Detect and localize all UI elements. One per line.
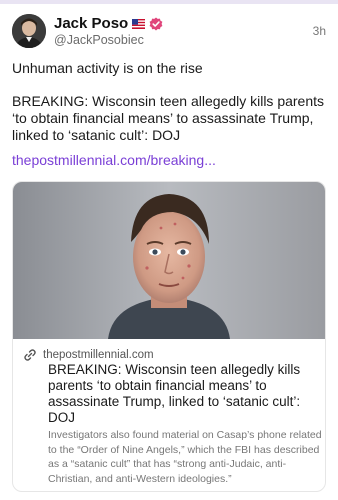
card-domain: thepostmillennial.com [43,349,154,361]
author-handle[interactable]: @JackPosobiec [54,33,144,47]
card-domain-row: thepostmillennial.com [23,348,154,362]
author-name-row: Jack Poso [54,15,163,32]
avatar[interactable] [12,14,46,48]
card-description: Investigators also found material on Cas… [48,429,322,485]
author-name[interactable]: Jack Poso [54,15,128,32]
post-header: Jack Poso @JackPosobiec 3h [12,14,328,50]
post-body: Unhuman activity is on the rise BREAKING… [12,60,328,144]
post-text-line1: Unhuman activity is on the rise [12,60,203,76]
link-preview-card[interactable]: thepostmillennial.com BREAKING: Wisconsi… [12,181,326,492]
card-title[interactable]: BREAKING: Wisconsin teen allegedly kills… [48,362,320,426]
verified-badge-icon [149,17,163,30]
top-divider [0,0,338,4]
link-icon [24,349,36,361]
post-timestamp[interactable]: 3h [313,24,326,38]
post-link[interactable]: thepostmillennial.com/breaking... [12,152,216,169]
post-text-line2: BREAKING: Wisconsin teen allegedly kills… [12,93,325,143]
card-image[interactable] [13,182,325,339]
us-flag-icon [132,18,146,29]
